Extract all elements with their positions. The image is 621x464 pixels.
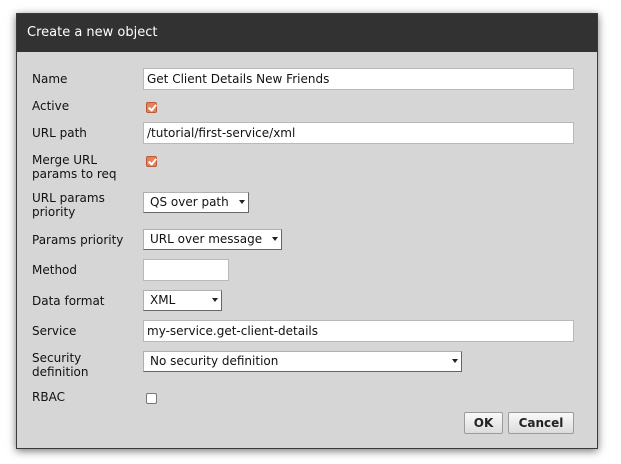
merge-url-params-label: Merge URL params to req [32,153,117,181]
security-definition-label: Security definition [32,351,88,379]
method-input[interactable] [143,259,229,281]
data-format-select[interactable]: XML [143,290,222,311]
service-input[interactable]: my-service.get-client-details [143,320,574,342]
cancel-button[interactable]: Cancel [508,412,574,434]
merge-url-params-label-line1: Merge URL [32,153,98,167]
dropdown-arrow-icon [272,237,278,241]
params-priority-label: Params priority [32,233,124,247]
ok-button[interactable]: OK [464,412,503,434]
security-definition-value: No security definition [150,354,279,368]
url-params-priority-label-line1: URL params [32,191,105,205]
active-checkbox[interactable] [146,102,157,113]
params-priority-value: URL over message [150,232,263,246]
url-path-label: URL path [32,126,87,140]
params-priority-select[interactable]: URL over message [143,229,282,250]
url-path-input[interactable]: /tutorial/first-service/xml [143,122,574,144]
method-label: Method [32,263,78,277]
rbac-checkbox[interactable] [146,393,157,404]
create-object-dialog: Create a new object Name Get Client Deta… [16,13,598,449]
data-format-label: Data format [32,294,105,308]
dropdown-arrow-icon [239,200,245,204]
security-definition-label-line2: definition [32,365,89,379]
url-params-priority-label-line2: priority [32,205,76,219]
security-definition-label-line1: Security [32,351,82,365]
data-format-value: XML [150,293,176,307]
service-label: Service [32,324,77,338]
rbac-label: RBAC [32,390,65,404]
security-definition-select[interactable]: No security definition [143,351,462,372]
dialog-title[interactable]: Create a new object [17,14,597,52]
merge-url-params-label-line2: params to req [32,167,117,181]
url-params-priority-label: URL params priority [32,191,105,219]
dropdown-arrow-icon [452,359,458,363]
active-label: Active [32,99,70,113]
name-input[interactable]: Get Client Details New Friends [143,68,574,90]
url-params-priority-select[interactable]: QS over path [143,192,249,213]
merge-url-params-checkbox[interactable] [146,156,157,167]
url-params-priority-value: QS over path [150,195,229,209]
name-label: Name [32,72,68,86]
dropdown-arrow-icon [212,298,218,302]
